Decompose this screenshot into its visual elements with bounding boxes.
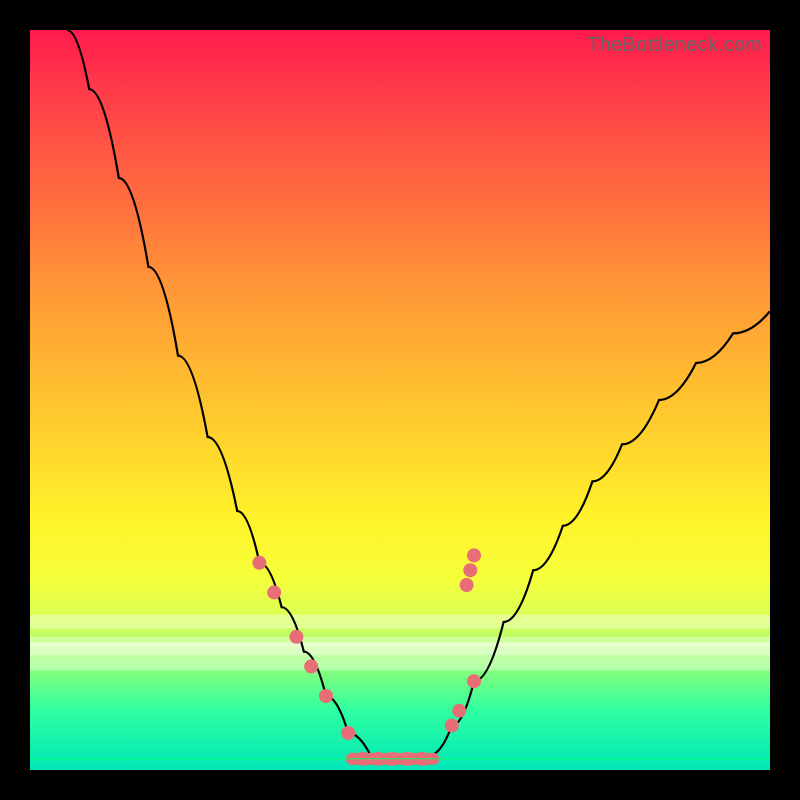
- marker-left: [319, 689, 333, 703]
- highlight-band: [30, 615, 770, 629]
- marker-left: [341, 726, 355, 740]
- marker-right: [463, 563, 477, 577]
- marker-right: [445, 719, 459, 733]
- chart-plot-area: TheBottleneck.com: [30, 30, 770, 770]
- chart-svg: [30, 30, 770, 770]
- highlight-band: [30, 644, 770, 648]
- marker-left: [289, 630, 303, 644]
- marker-right: [452, 704, 466, 718]
- highlight-band: [30, 659, 770, 663]
- highlight-band: [30, 648, 770, 652]
- marker-left: [304, 659, 318, 673]
- marker-left: [252, 556, 266, 570]
- marker-right: [467, 548, 481, 562]
- marker-right: [460, 578, 474, 592]
- highlight-band: [30, 663, 770, 667]
- highlight-band: [30, 652, 770, 656]
- highlight-band: [30, 655, 770, 659]
- chart-frame: TheBottleneck.com: [0, 0, 800, 800]
- marker-right: [467, 674, 481, 688]
- marker-left: [267, 585, 281, 599]
- highlight-band: [30, 666, 770, 670]
